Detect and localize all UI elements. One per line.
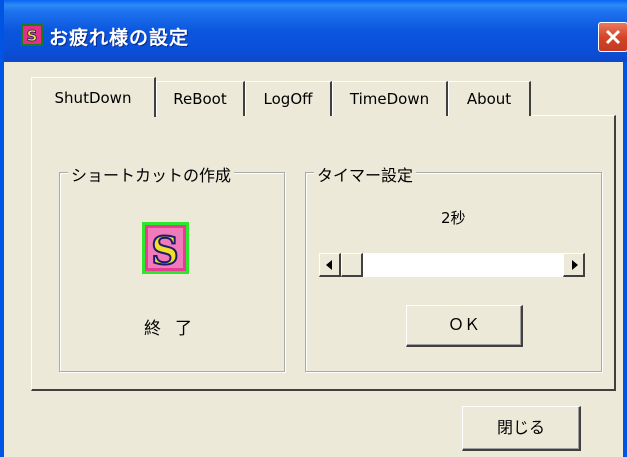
- close-button-label: 閉じる: [496, 418, 545, 437]
- shutdown-app-icon[interactable]: S: [142, 220, 189, 274]
- timer-group-title: タイマー設定: [314, 162, 417, 186]
- title-bar[interactable]: S お疲れ様の設定: [4, 0, 627, 62]
- tab-reboot-label: ReBoot: [173, 90, 227, 108]
- svg-text:S: S: [27, 27, 38, 45]
- shortcut-group-title: ショートカットの作成: [68, 162, 235, 186]
- shutdown-app-icon-letter: S: [151, 228, 178, 273]
- close-button[interactable]: 閉じる: [462, 406, 581, 451]
- close-icon: [605, 29, 621, 45]
- tab-timedown[interactable]: TimeDown: [332, 81, 448, 116]
- tab-timedown-label: TimeDown: [349, 90, 430, 108]
- tab-logoff-label: LogOff: [263, 90, 313, 108]
- tab-logoff[interactable]: LogOff: [245, 81, 332, 116]
- slider-left-button[interactable]: [319, 253, 341, 277]
- arrow-left-icon: [326, 260, 332, 270]
- timer-value-display: 2秒: [441, 209, 466, 227]
- arrow-right-icon: [572, 260, 578, 270]
- tab-about[interactable]: About: [448, 81, 531, 116]
- settings-window: S お疲れ様の設定 ShutDown ReBoot LogOff TimeDow…: [0, 0, 627, 457]
- ok-button-label: ＯＫ: [447, 315, 480, 334]
- tab-reboot[interactable]: ReBoot: [156, 81, 245, 116]
- close-window-button[interactable]: [598, 22, 627, 52]
- window-title: お疲れ様の設定: [49, 27, 190, 49]
- ok-button[interactable]: ＯＫ: [406, 305, 523, 347]
- shortcut-label: 終了: [144, 319, 206, 339]
- tab-shutdown-label: ShutDown: [54, 89, 132, 107]
- slider-right-button[interactable]: [563, 253, 585, 277]
- app-icon: S: [21, 24, 43, 46]
- tab-about-label: About: [466, 90, 512, 108]
- slider-thumb[interactable]: [341, 253, 363, 277]
- timer-slider[interactable]: [319, 253, 585, 277]
- tab-shutdown[interactable]: ShutDown: [31, 77, 156, 117]
